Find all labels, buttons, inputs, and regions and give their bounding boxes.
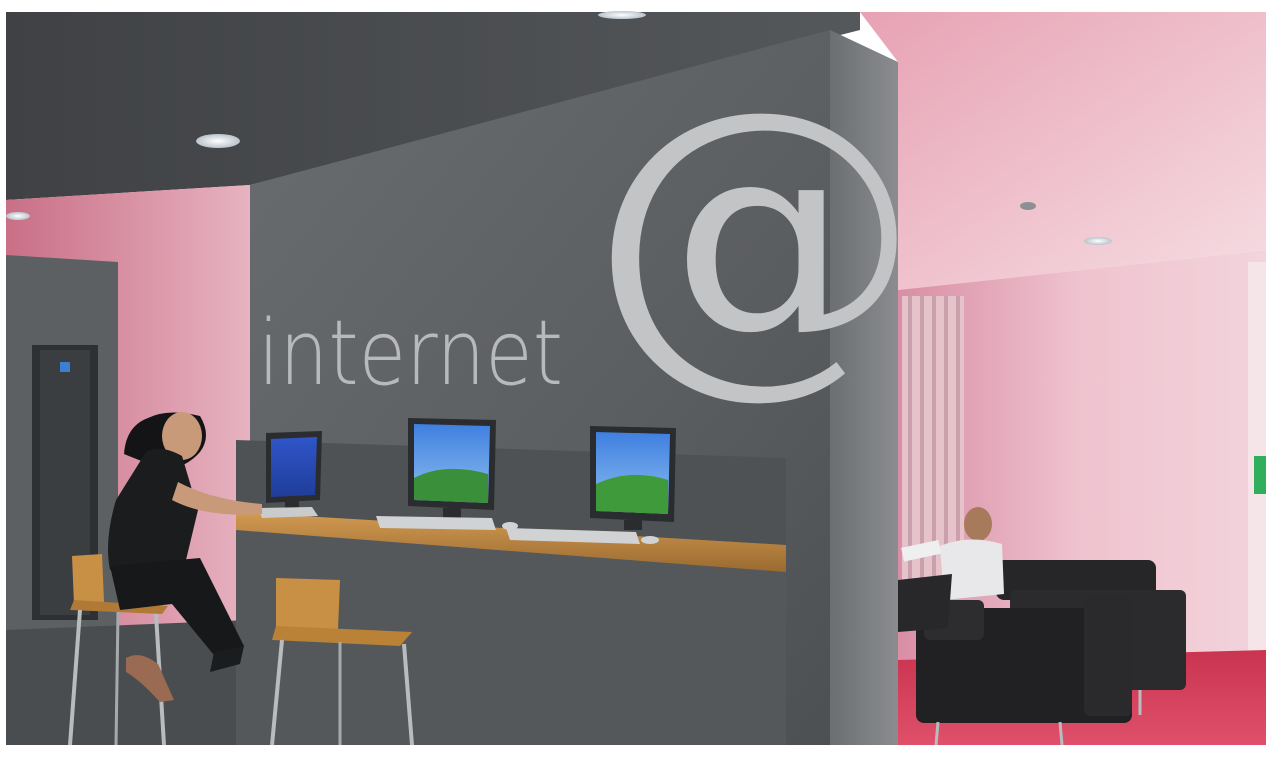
screen-left [271, 437, 317, 497]
ceiling-light [1084, 237, 1112, 245]
photo-scene: internet @ [0, 0, 1276, 758]
photo-illustration: internet @ [0, 0, 1276, 758]
ceiling-light [6, 212, 30, 220]
face [964, 507, 992, 541]
ceiling-right [860, 12, 1266, 290]
signage-at-symbol: @ [590, 40, 920, 424]
signage-word: internet [258, 301, 563, 406]
trousers [898, 574, 952, 632]
elevator-indicator [60, 362, 70, 372]
ceiling-light [598, 11, 646, 19]
ceiling-light [196, 134, 240, 148]
mouse [641, 536, 659, 544]
exit-sign [1254, 456, 1266, 494]
keyboard [376, 516, 496, 530]
smoke-detector [1020, 202, 1036, 210]
